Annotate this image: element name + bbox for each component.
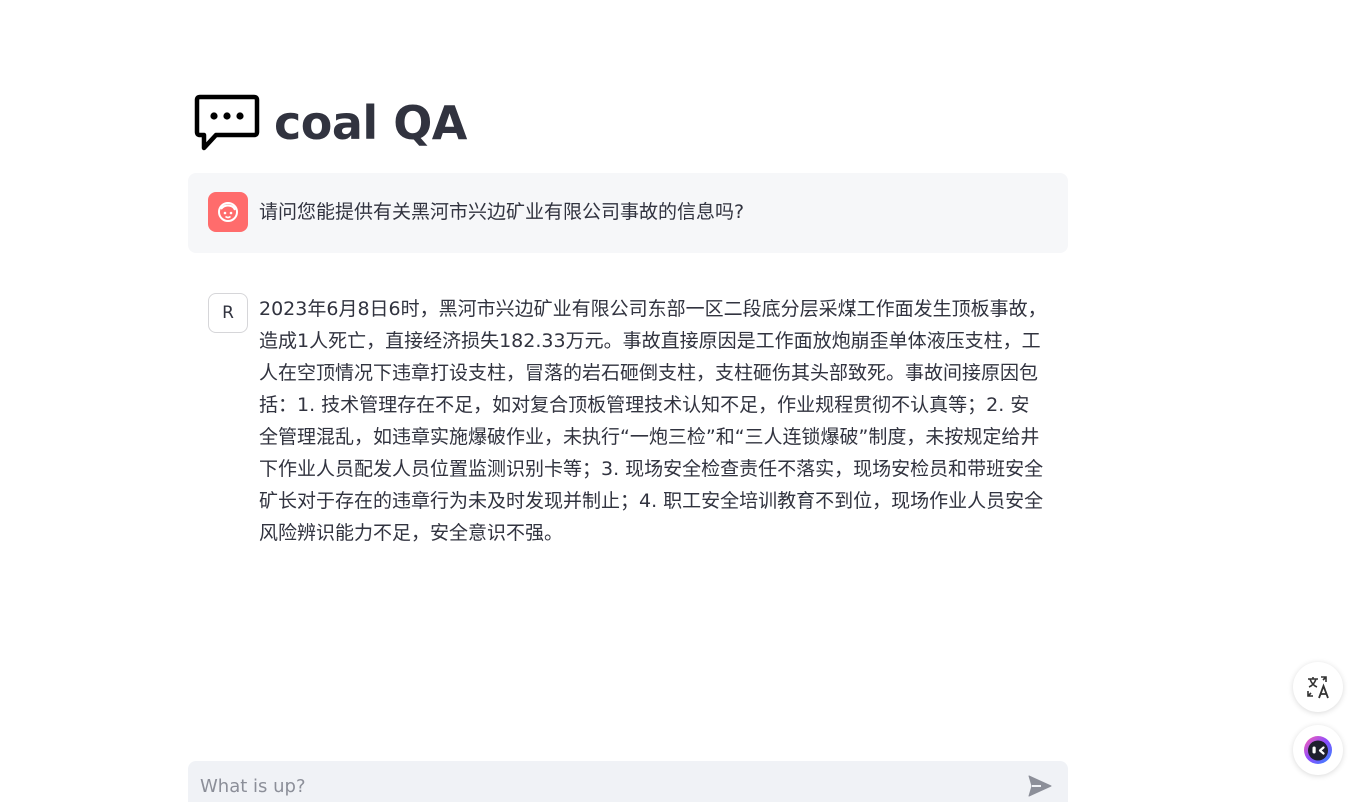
assistant-avatar: R <box>208 293 248 333</box>
chat-input-bar <box>188 761 1068 802</box>
user-avatar <box>208 192 248 232</box>
translate-icon <box>1307 676 1329 699</box>
page-title: coal QA <box>274 96 467 150</box>
user-message: 请问您能提供有关黑河市兴边矿业有限公司事故的信息吗? <box>188 173 1068 253</box>
translate-button[interactable] <box>1293 662 1343 712</box>
send-button[interactable] <box>1026 772 1054 800</box>
assistant-face-icon <box>1304 736 1332 764</box>
assistant-message: R 2023年6月8日6时，黑河市兴边矿业有限公司东部一区二段底分层采煤工作面发… <box>188 283 1068 559</box>
assistant-message-text: 2023年6月8日6时，黑河市兴边矿业有限公司东部一区二段底分层采煤工作面发生顶… <box>259 298 1047 544</box>
page-header: coal QA <box>194 88 467 158</box>
chat-app: coal QA 请问您能提供有关黑河市兴边矿业有限公司事故的信息吗? R 202… <box>0 0 1348 802</box>
send-icon <box>1028 775 1052 797</box>
speech-bubble-icon <box>194 94 260 151</box>
chat-input[interactable] <box>200 761 1026 802</box>
assistant-widget-button[interactable] <box>1293 725 1343 775</box>
user-message-text: 请问您能提供有关黑河市兴边矿业有限公司事故的信息吗? <box>259 201 745 223</box>
user-face-icon <box>218 202 238 222</box>
